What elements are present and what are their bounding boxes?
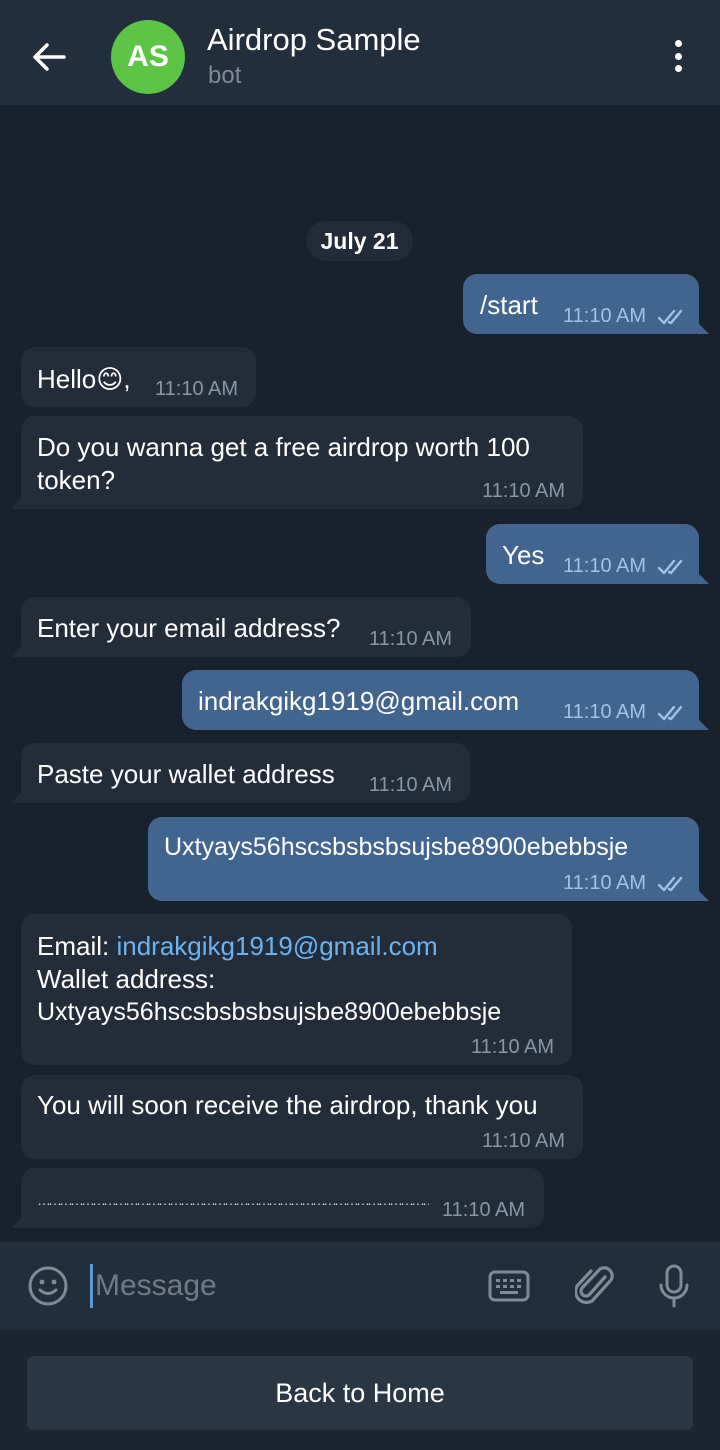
- message-bubble-incoming[interactable]: You will soon receive the airdrop, thank…: [21, 1075, 583, 1159]
- message-time: 11:10 AM: [563, 555, 647, 577]
- smile-icon: [28, 1266, 68, 1306]
- message-text: Enter your email address?: [37, 613, 341, 643]
- message-text: Hello😊,: [37, 364, 131, 394]
- message-time: 11:10 AM: [563, 305, 647, 327]
- voice-button[interactable]: [652, 1262, 696, 1310]
- message-time: 11:10 AM: [155, 378, 239, 400]
- message-text: ……………………………………………………………………………………………………………: [37, 1192, 429, 1208]
- double-check-icon: [657, 309, 683, 325]
- chat-subtitle: bot: [208, 62, 242, 89]
- message-text: Uxtyays56hscsbsbsbsujsbe8900ebebbsje: [164, 833, 629, 861]
- message-text: You will soon receive the airdrop, thank…: [37, 1090, 538, 1120]
- emoji-button[interactable]: [26, 1264, 70, 1308]
- double-check-icon: [657, 559, 683, 575]
- microphone-icon: [659, 1264, 689, 1308]
- message-text: indrakgikg1919@gmail.com: [198, 686, 520, 716]
- paperclip-icon: [575, 1266, 614, 1305]
- attach-button[interactable]: [572, 1262, 618, 1310]
- keyboard-icon: [488, 1270, 530, 1302]
- message-bubble-incoming[interactable]: ……………………………………………………………………………………………………………: [11, 1168, 544, 1228]
- message-time: 11:10 AM: [369, 628, 453, 650]
- chat-header: AS Airdrop Sample bot: [0, 0, 720, 105]
- email-link[interactable]: indrakgikg1919@gmail.com: [116, 931, 437, 961]
- message-time: 11:10 AM: [369, 774, 453, 796]
- wallet-label: Wallet address:: [37, 964, 216, 994]
- message-bubble-incoming[interactable]: Paste your wallet address 11:10 AM: [11, 743, 470, 803]
- back-button[interactable]: [24, 32, 74, 82]
- message-text: Yes: [502, 540, 545, 570]
- message-composer: [0, 1242, 720, 1330]
- message-line-email: Email: indrakgikg1919@gmail.com: [37, 930, 438, 963]
- message-text: Paste your wallet address: [37, 759, 335, 789]
- message-bubble-outgoing[interactable]: Uxtyays56hscsbsbsbsujsbe8900ebebbsje 11:…: [148, 817, 709, 901]
- email-label: Email:: [37, 931, 117, 961]
- message-time: 11:10 AM: [482, 480, 566, 502]
- message-time: 11:10 AM: [563, 872, 647, 894]
- message-text: /start: [480, 290, 538, 320]
- message-bubble-incoming[interactable]: Enter your email address? 11:10 AM: [11, 597, 471, 657]
- arrow-left-icon: [33, 43, 66, 71]
- double-check-icon: [657, 705, 683, 721]
- wallet-value: Uxtyays56hscsbsbsbsujsbe8900ebebbsje: [37, 998, 502, 1026]
- chat-title[interactable]: Airdrop Sample: [207, 22, 421, 58]
- message-bubble-incoming[interactable]: Do you wanna get a free airdrop worth 10…: [11, 416, 583, 509]
- message-bubble-incoming[interactable]: Hello😊, 11:10 AM: [21, 347, 256, 407]
- more-vertical-icon: [674, 40, 682, 47]
- date-divider: July 21: [306, 221, 413, 261]
- bottom-bar: Back to Home: [0, 1330, 720, 1450]
- back-to-home-button[interactable]: Back to Home: [27, 1356, 693, 1430]
- message-time: 11:10 AM: [482, 1130, 566, 1152]
- message-time: 11:10 AM: [471, 1036, 555, 1058]
- keyboard-button[interactable]: [486, 1266, 532, 1306]
- double-check-icon: [657, 876, 683, 892]
- message-time: 11:10 AM: [442, 1199, 526, 1221]
- message-bubble-incoming[interactable]: Email: indrakgikg1919@gmail.com Wallet a…: [21, 914, 572, 1065]
- avatar[interactable]: AS: [111, 20, 185, 94]
- message-bubble-outgoing[interactable]: indrakgikg1919@gmail.com 11:10 AM: [182, 670, 709, 730]
- message-input[interactable]: [90, 1264, 470, 1308]
- more-menu-button[interactable]: [660, 36, 696, 76]
- message-bubble-outgoing[interactable]: /start 11:10 AM: [463, 274, 709, 334]
- message-time: 11:10 AM: [563, 701, 647, 723]
- message-bubble-outgoing[interactable]: Yes 11:10 AM: [486, 524, 709, 584]
